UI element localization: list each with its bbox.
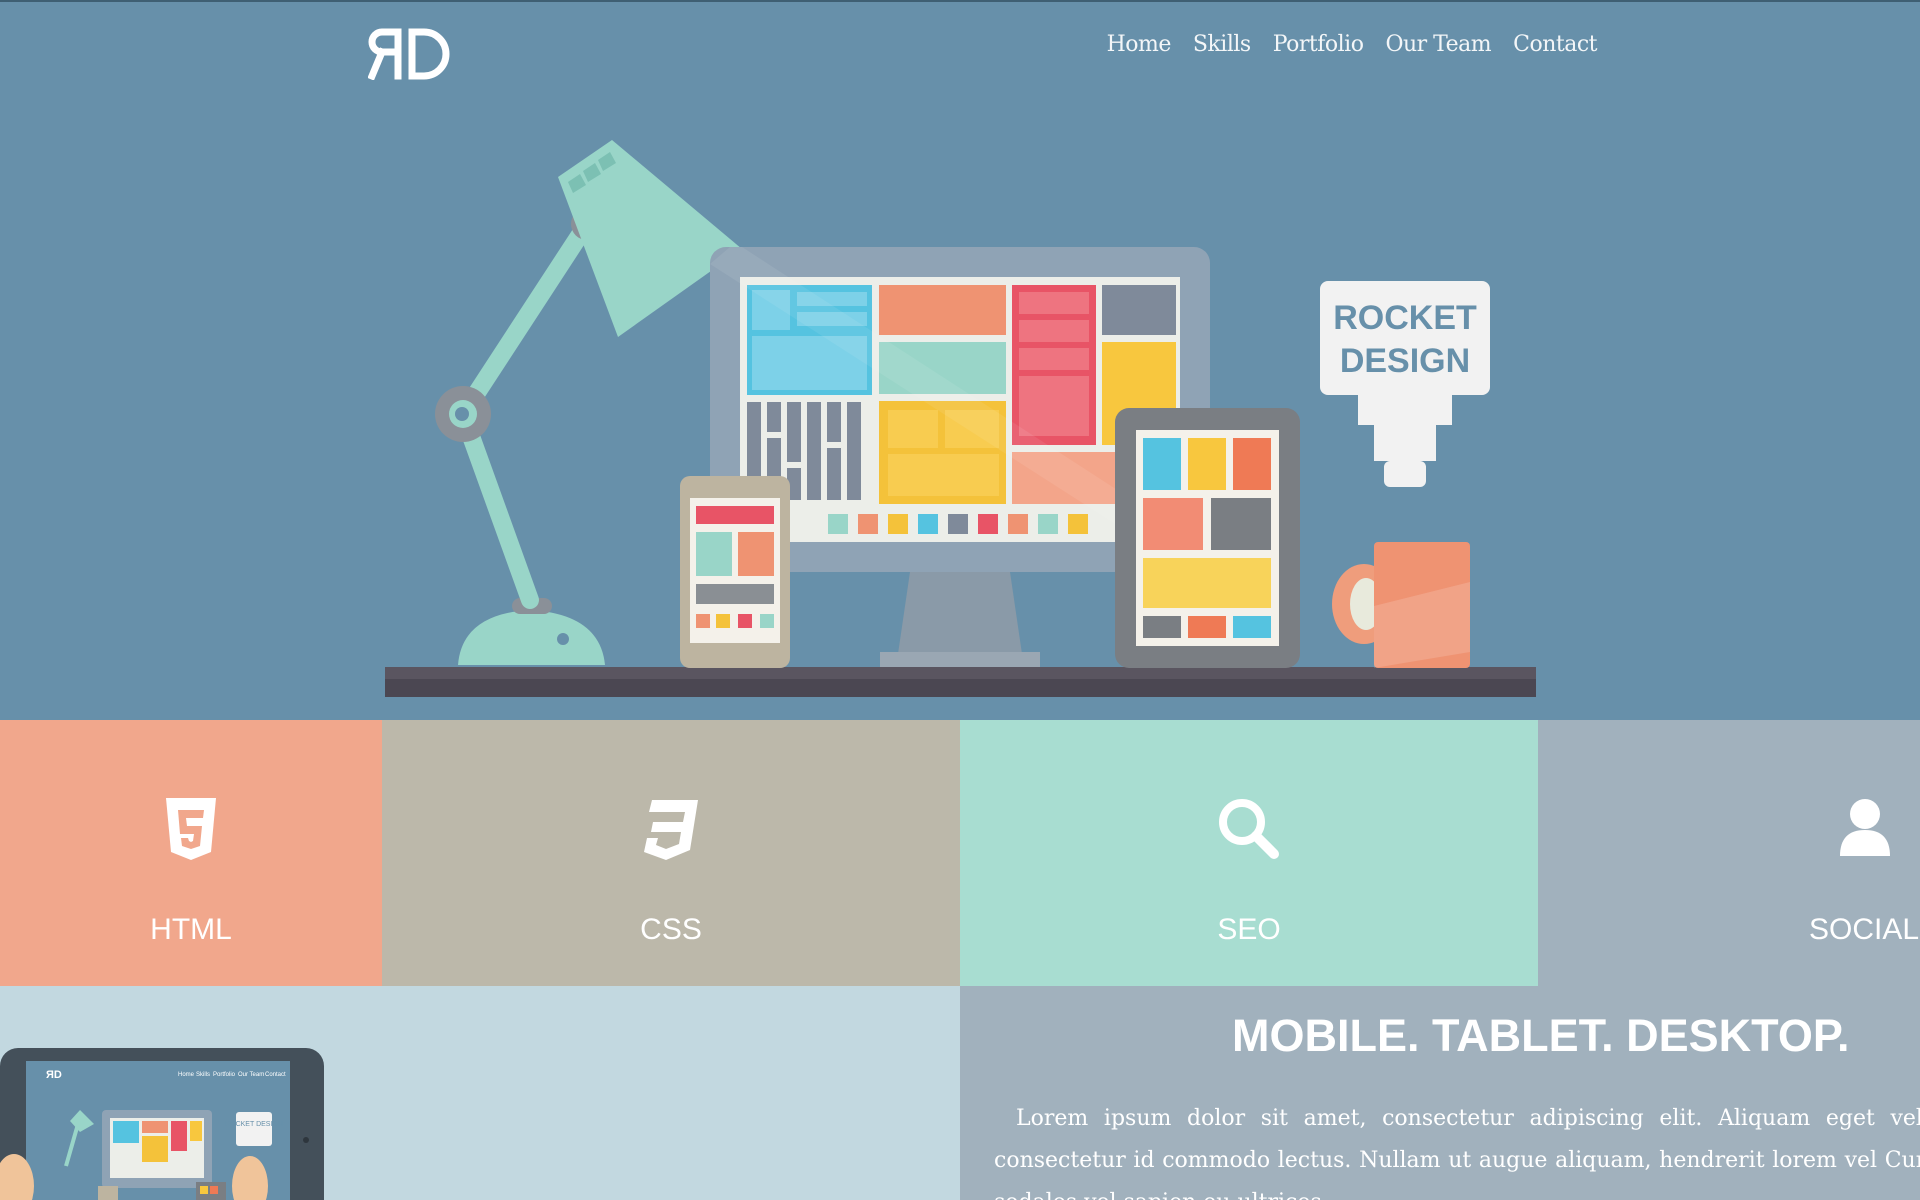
sign-line1: ROCKET — [1333, 299, 1477, 337]
hero-illustration: ROCKET DESIGN — [385, 140, 1536, 697]
tile-social-label: SOCIAL — [1808, 913, 1920, 946]
coffee-mug-icon — [1332, 542, 1470, 668]
feature-text: Lorem ipsum dolor sit amet, consectetur … — [994, 1106, 1920, 1200]
tile-html[interactable]: HTML — [0, 720, 382, 986]
css3-icon — [644, 800, 698, 860]
rocket-design-sign-icon: ROCKET DESIGN — [1320, 281, 1490, 487]
tile-seo-label: SEO — [1217, 913, 1281, 946]
device-preview-panel: ЯD Home Skills Portfolio Our Team Contac… — [0, 986, 960, 1200]
mobile-phone-icon — [680, 476, 790, 668]
feature-title: MOBILE. TABLET. DESKTOP. — [1232, 1010, 1850, 1061]
skills-tiles: HTML CSS SEO SOCIAL — [0, 720, 1920, 986]
tile-html-label: HTML — [150, 913, 232, 946]
desk-shelf — [385, 667, 1536, 697]
tile-css-label: CSS — [640, 913, 702, 946]
tablet-icon — [1115, 408, 1300, 668]
preview-nav-portfolio: Portfolio — [213, 1072, 236, 1078]
feature-section: MOBILE. TABLET. DESKTOP. Lorem ipsum dol… — [960, 986, 1920, 1200]
preview-nav-contact: Contact — [265, 1072, 286, 1078]
svg-text:ЯD: ЯD — [46, 1069, 62, 1081]
search-icon — [1219, 799, 1279, 859]
html5-icon — [166, 798, 216, 860]
preview-nav-team: Our Team — [238, 1072, 264, 1078]
sign-line2: DESIGN — [1340, 342, 1470, 380]
preview-nav-skills: Skills — [196, 1072, 210, 1078]
user-icon — [1840, 799, 1890, 856]
tile-seo[interactable]: SEO — [960, 720, 1538, 986]
hero-section: Home Skills Portfolio Our Team Contact R… — [0, 0, 1920, 720]
preview-sign: ROCKET DESIGN — [225, 1121, 283, 1128]
tile-css[interactable]: CSS — [382, 720, 960, 986]
tile-social[interactable]: SOCIAL — [1538, 720, 1920, 986]
preview-nav-home: Home — [178, 1072, 195, 1078]
tablet-preview-image: ЯD Home Skills Portfolio Our Team Contac… — [0, 1048, 324, 1200]
